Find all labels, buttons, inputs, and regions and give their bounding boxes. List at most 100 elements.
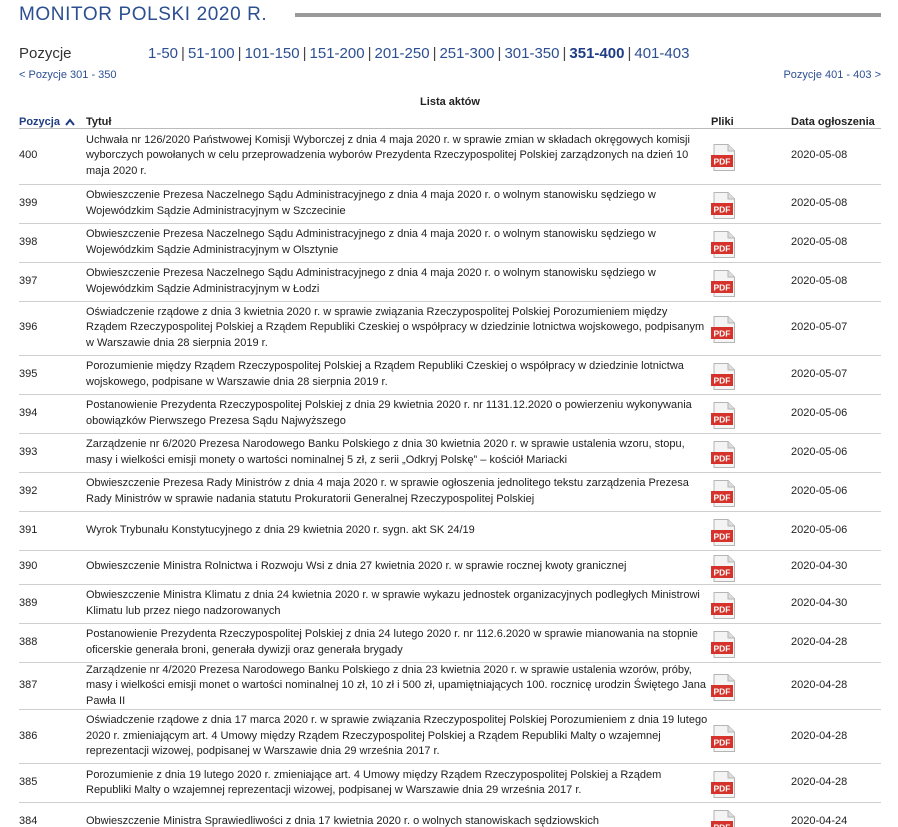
table-row: 397 Obwieszczenie Prezesa Naczelnego Sądu… — [19, 262, 881, 301]
row-position: 396 — [19, 321, 38, 334]
page-link-101-150[interactable]: 101-150 — [245, 45, 300, 62]
row-date: 2020-04-28 — [791, 635, 848, 648]
row-position: 384 — [19, 815, 38, 827]
svg-text:PDF: PDF — [714, 643, 731, 653]
page-link-151-200[interactable]: 151-200 — [310, 45, 365, 62]
svg-text:PDF: PDF — [714, 282, 731, 292]
sort-ascending-icon[interactable] — [65, 117, 75, 126]
row-files: PDF — [711, 550, 791, 584]
pdf-icon[interactable]: PDF — [711, 630, 735, 658]
svg-text:PDF: PDF — [714, 686, 731, 696]
page-link-401-403[interactable]: 401-403 — [634, 45, 689, 62]
row-title[interactable]: Oświadczenie rządowe z dnia 3 kwietnia 2… — [86, 301, 711, 355]
table-row: 390 Obwieszczenie Ministra Rolnictwa i Ro… — [19, 550, 881, 584]
svg-text:PDF: PDF — [714, 784, 731, 794]
column-header-position[interactable]: Pozycja — [19, 114, 86, 128]
row-title[interactable]: Obwieszczenie Prezesa Rady Ministrów z d… — [86, 472, 711, 511]
svg-text:PDF: PDF — [714, 243, 731, 253]
row-title[interactable]: Postanowienie Prezydenta Rzeczypospolite… — [86, 394, 711, 433]
pdf-icon[interactable]: PDF — [711, 591, 735, 619]
row-date: 2020-04-24 — [791, 815, 848, 827]
page-link-251-300[interactable]: 251-300 — [439, 45, 494, 62]
page-link-301-350[interactable]: 301-350 — [504, 45, 559, 62]
pdf-icon[interactable]: PDF — [711, 440, 735, 468]
row-date: 2020-05-08 — [791, 274, 848, 287]
row-position: 395 — [19, 367, 38, 380]
pagination-label: Pozycje — [19, 45, 72, 62]
pagination-separator: | — [562, 45, 567, 62]
pdf-icon[interactable]: PDF — [711, 191, 735, 219]
row-files: PDF — [711, 803, 791, 827]
row-date: 2020-04-28 — [791, 776, 848, 789]
row-position: 400 — [19, 149, 38, 162]
row-date: 2020-04-28 — [791, 729, 848, 742]
pdf-icon[interactable]: PDF — [711, 316, 735, 343]
column-header-files: Pliki — [711, 115, 734, 128]
row-title[interactable]: Obwieszczenie Prezesa Naczelnego Sądu Ad… — [86, 262, 711, 301]
table-row: 393 Zarządzenie nr 6/2020 Prezesa Narodow… — [19, 433, 881, 472]
row-date: 2020-05-07 — [791, 321, 848, 334]
row-title[interactable]: Obwieszczenie Prezesa Naczelnego Sądu Ad… — [86, 184, 711, 223]
row-files: PDF — [711, 355, 791, 394]
row-position: 390 — [19, 560, 38, 573]
row-position: 399 — [19, 196, 38, 209]
row-date: 2020-05-06 — [791, 484, 848, 497]
column-header-position-label: Pozycja — [19, 115, 60, 128]
table-header-row: Pozycja Tytuł Pliki Data ogłoszenia — [19, 114, 881, 128]
row-date: 2020-05-06 — [791, 523, 848, 536]
pdf-icon[interactable]: PDF — [711, 555, 735, 582]
page-link-1-50[interactable]: 1-50 — [148, 45, 178, 62]
row-date: 2020-05-07 — [791, 367, 848, 380]
pdf-icon[interactable]: PDF — [711, 518, 735, 546]
pdf-icon[interactable]: PDF — [711, 771, 735, 798]
row-title[interactable]: Obwieszczenie Prezesa Naczelnego Sądu Ad… — [86, 223, 711, 262]
table-row: 391 Wyrok Trybunału Konstytucyjnego z dni… — [19, 511, 881, 550]
row-title[interactable]: Postanowienie Prezydenta Rzeczypospolite… — [86, 623, 711, 662]
pdf-icon[interactable]: PDF — [711, 362, 735, 390]
table-caption: Lista aktów — [420, 96, 480, 108]
row-position: 392 — [19, 484, 38, 497]
svg-text:PDF: PDF — [714, 568, 731, 578]
next-page-link[interactable]: Pozycje 401 - 403 > — [783, 69, 881, 81]
row-title[interactable]: Zarządzenie nr 6/2020 Prezesa Narodowego… — [86, 433, 711, 472]
row-title[interactable]: Obwieszczenie Ministra Rolnictwa i Rozwo… — [86, 550, 711, 584]
pdf-icon[interactable]: PDF — [711, 401, 735, 429]
table-row: 384 Obwieszczenie Ministra Sprawiedliwośc… — [19, 803, 881, 827]
pdf-icon[interactable]: PDF — [711, 810, 735, 827]
pdf-icon[interactable]: PDF — [711, 479, 735, 507]
row-files: PDF — [711, 764, 791, 803]
pagination-separator: | — [237, 45, 242, 62]
row-title[interactable]: Obwieszczenie Ministra Klimatu z dnia 24… — [86, 584, 711, 623]
row-title[interactable]: Oświadczenie rządowe z dnia 17 marca 202… — [86, 710, 711, 764]
pdf-icon[interactable]: PDF — [711, 724, 735, 752]
page-link-51-100[interactable]: 51-100 — [188, 45, 235, 62]
row-position: 398 — [19, 235, 38, 248]
table-row: 385 Porozumienie z dnia 19 lutego 2020 r.… — [19, 764, 881, 803]
row-title[interactable]: Wyrok Trybunału Konstytucyjnego z dnia 2… — [86, 511, 711, 550]
row-title[interactable]: Obwieszczenie Ministra Sprawiedliwości z… — [86, 803, 711, 827]
row-title[interactable]: Zarządzenie nr 4/2020 Prezesa Narodowego… — [86, 662, 711, 710]
row-title[interactable]: Porozumienie z dnia 19 lutego 2020 r. zm… — [86, 764, 711, 803]
svg-text:PDF: PDF — [714, 157, 731, 167]
pdf-icon[interactable]: PDF — [711, 269, 735, 297]
svg-text:PDF: PDF — [714, 604, 731, 614]
page-link-351-400[interactable]: 351-400 — [569, 45, 624, 62]
row-title[interactable]: Porozumienie między Rządem Rzeczypospoli… — [86, 355, 711, 394]
header-divider — [295, 13, 881, 17]
pdf-icon[interactable]: PDF — [711, 230, 735, 258]
row-position: 388 — [19, 635, 38, 648]
row-date: 2020-04-28 — [791, 679, 848, 691]
table-row: 396 Oświadczenie rządowe z dnia 3 kwietni… — [19, 301, 881, 355]
row-date: 2020-05-08 — [791, 196, 848, 209]
prev-page-link[interactable]: < Pozycje 301 - 350 — [19, 69, 117, 81]
page-link-201-250[interactable]: 201-250 — [375, 45, 430, 62]
row-files: PDF — [711, 623, 791, 662]
pdf-icon[interactable]: PDF — [711, 144, 735, 171]
row-files: PDF — [711, 394, 791, 433]
pdf-icon[interactable]: PDF — [711, 673, 735, 701]
row-date: 2020-04-30 — [791, 560, 848, 573]
row-date: 2020-05-06 — [791, 445, 848, 458]
row-title[interactable]: Uchwała nr 126/2020 Państwowej Komisji W… — [86, 128, 711, 184]
row-date: 2020-05-08 — [791, 149, 848, 162]
row-date: 2020-05-06 — [791, 406, 848, 419]
